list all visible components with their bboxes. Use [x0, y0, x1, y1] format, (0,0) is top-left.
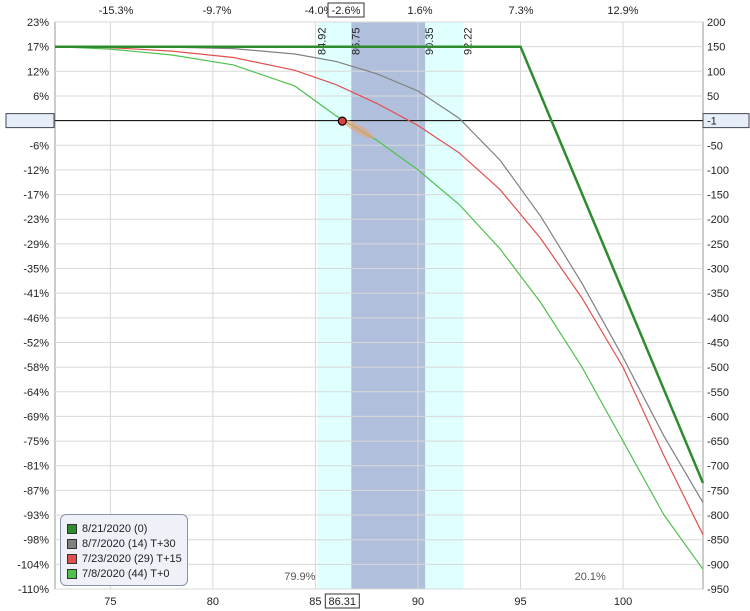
right-tick-label: -250 — [707, 239, 729, 251]
right-tick-label: 50 — [707, 91, 719, 103]
band-1 — [351, 22, 426, 589]
left-tick-label: -81% — [23, 461, 49, 473]
current-price-label: 86.31 — [329, 596, 357, 608]
legend-item[interactable]: 8/21/2020 (0) — [61, 521, 187, 536]
right-tick-label: 100 — [707, 66, 725, 78]
x-tick-label: 90 — [412, 596, 424, 608]
right-tick-label: -600 — [707, 411, 729, 423]
right-tick-label: 150 — [707, 42, 725, 54]
right-tick-label: -700 — [707, 461, 729, 473]
right-tick-label: -100 — [707, 165, 729, 177]
left-tick-label: -104% — [17, 559, 49, 571]
legend-label: 8/7/2020 (14) T+30 — [82, 537, 176, 550]
top-tick-label: 1.6% — [407, 5, 432, 17]
x-tick-label: 100 — [614, 596, 632, 608]
left-tick-label: -6% — [29, 140, 49, 152]
right-tick-label: -550 — [707, 387, 729, 399]
left-tick-label: -35% — [23, 264, 49, 276]
right-tick-label: -900 — [707, 559, 729, 571]
left-tick-label: -110% — [18, 584, 49, 596]
band-label: 86.75 — [350, 27, 362, 55]
legend-label: 8/21/2020 (0) — [82, 522, 148, 535]
left-tick-label: -46% — [23, 313, 49, 325]
current-right-label: -1 — [707, 116, 717, 128]
left-tick-label: -75% — [23, 436, 49, 448]
legend-label: 7/8/2020 (44) T+0 — [82, 567, 170, 580]
legend-label: 7/23/2020 (29) T+15 — [82, 552, 182, 565]
left-tick-label: -12% — [23, 165, 49, 177]
band-label: 90.35 — [424, 27, 436, 55]
band-label: 92.22 — [462, 27, 474, 55]
left-tick-label: -98% — [23, 535, 49, 547]
right-tick-label: -300 — [707, 264, 729, 276]
left-tick-label: -93% — [23, 510, 49, 522]
left-tick-label: -17% — [23, 190, 49, 202]
x-tick-label: 85 — [309, 596, 321, 608]
top-tick-label: -15.3% — [99, 5, 134, 17]
left-tick-label: 23% — [27, 17, 49, 29]
top-tick-label: 12.9% — [607, 5, 638, 17]
current-left-box — [5, 113, 55, 129]
legend-item[interactable]: 8/7/2020 (14) T+30 — [61, 536, 187, 551]
prob-left: 79.9% — [284, 571, 315, 583]
right-tick-label: -750 — [707, 485, 729, 497]
right-tick-label: -150 — [707, 190, 729, 202]
legend-swatch — [67, 523, 77, 534]
x-tick-label: 75 — [104, 596, 116, 608]
legend-item[interactable]: 7/8/2020 (44) T+0 — [61, 566, 187, 581]
left-tick-label: -87% — [23, 485, 49, 497]
left-tick-label: -52% — [23, 337, 49, 349]
left-tick-label: -41% — [23, 288, 49, 300]
top-tick-label: -9.7% — [203, 5, 232, 17]
top-tick-label: 7.3% — [508, 5, 533, 17]
x-tick-label: 95 — [514, 596, 526, 608]
left-tick-label: -23% — [23, 214, 49, 226]
right-tick-label: -800 — [707, 510, 729, 522]
prob-right: 20.1% — [575, 571, 606, 583]
right-tick-label: -850 — [707, 535, 729, 547]
left-tick-label: 12% — [27, 66, 49, 78]
right-tick-label: 200 — [707, 17, 725, 29]
right-tick-label: -350 — [707, 288, 729, 300]
right-tick-label: -450 — [707, 337, 729, 349]
right-tick-label: -950 — [707, 584, 729, 596]
legend-swatch — [67, 568, 77, 579]
band-label: 84.92 — [316, 27, 328, 55]
legend: 8/21/2020 (0) 8/7/2020 (14) T+30 7/23/2020… — [60, 514, 188, 586]
left-tick-label: -58% — [23, 362, 49, 374]
current-marker[interactable] — [337, 116, 347, 126]
right-tick-label: -400 — [707, 313, 729, 325]
right-tick-label: -200 — [707, 214, 729, 226]
right-tick-label: -650 — [707, 436, 729, 448]
left-tick-label: -29% — [23, 239, 49, 251]
left-tick-label: -64% — [23, 387, 49, 399]
x-tick-label: 80 — [207, 596, 219, 608]
legend-item[interactable]: 7/23/2020 (29) T+15 — [61, 551, 187, 566]
right-tick-label: -50 — [707, 140, 723, 152]
legend-swatch — [67, 553, 77, 564]
top-tick-label: -2.6% — [332, 5, 361, 17]
right-tick-label: -500 — [707, 362, 729, 374]
left-tick-label: 6% — [33, 91, 49, 103]
left-tick-label: 17% — [27, 42, 49, 54]
left-tick-label: -69% — [23, 411, 49, 423]
legend-swatch — [67, 538, 77, 549]
